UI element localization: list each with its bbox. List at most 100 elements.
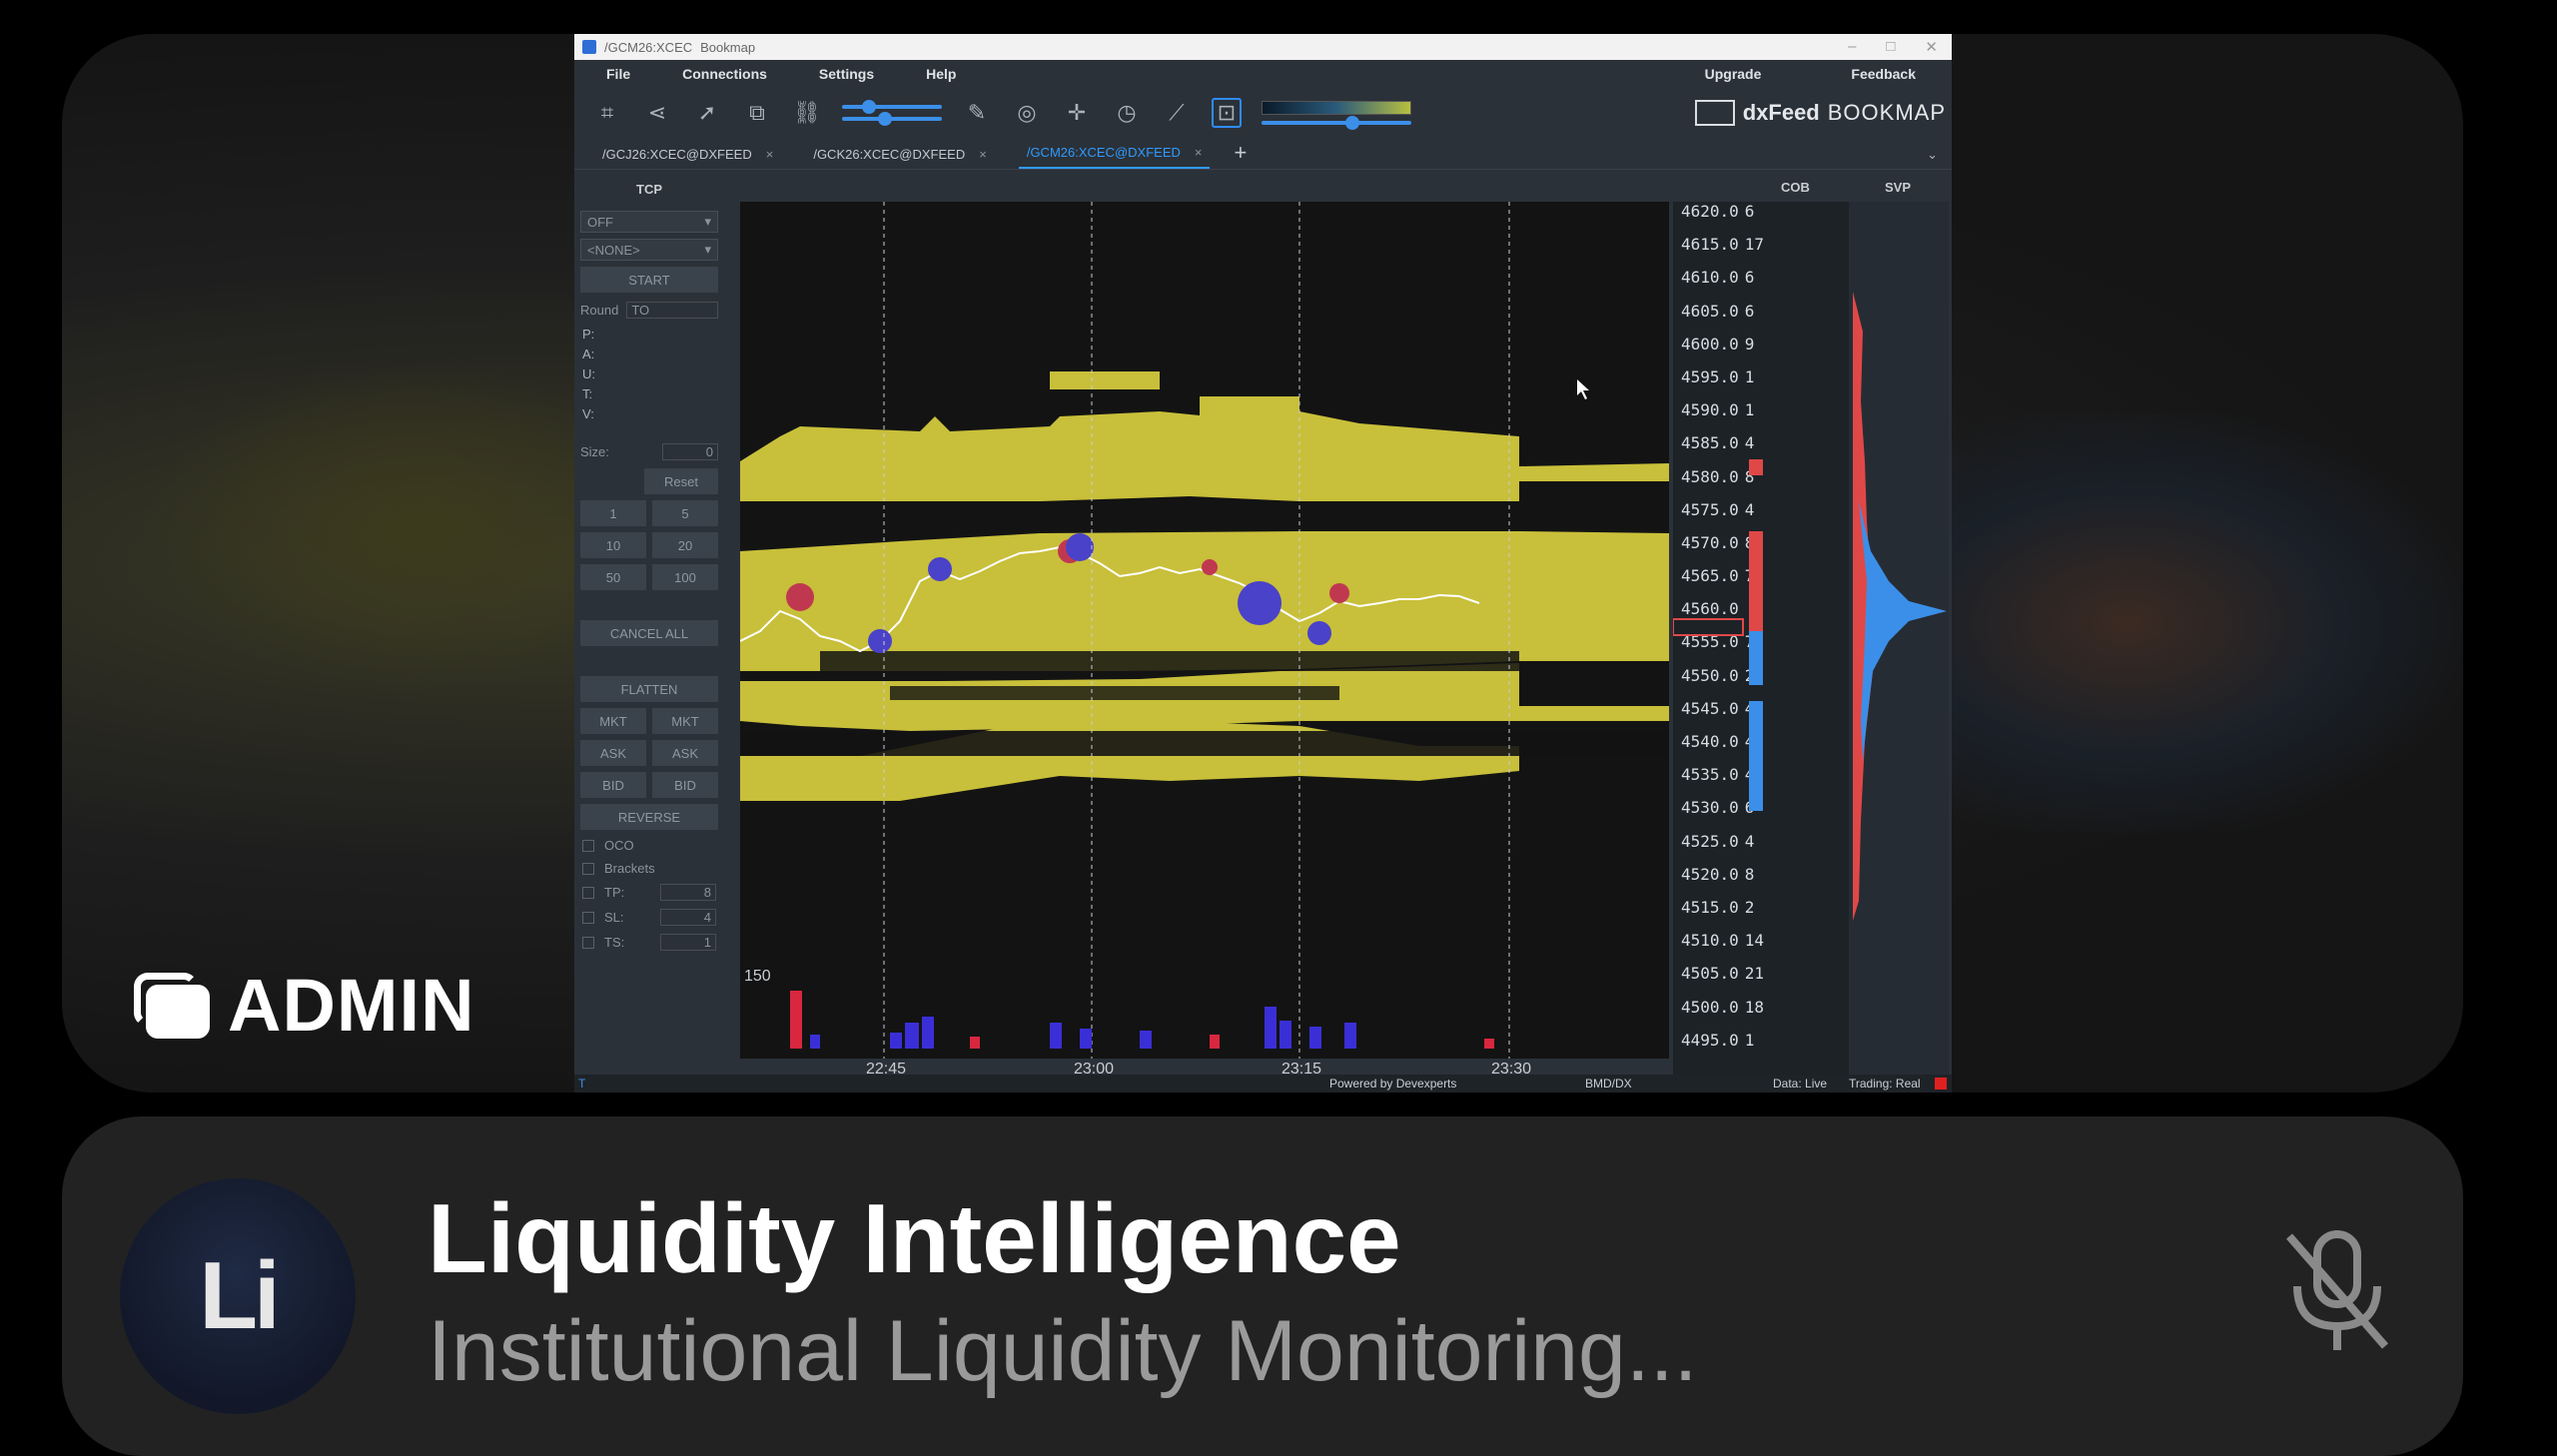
- participant-card[interactable]: Li Liquidity Intelligence Institutional …: [62, 1116, 2463, 1456]
- sell-market-button[interactable]: MKT: [652, 708, 718, 734]
- volume-bars: [790, 991, 1494, 1049]
- svp-histogram: [1853, 292, 1947, 921]
- presenter-label: ADMIN: [134, 963, 475, 1048]
- tp-field[interactable]: TP: 8: [582, 884, 716, 901]
- menu-bar: File Connections Settings Help Upgrade F…: [574, 60, 1952, 88]
- timer-icon[interactable]: ◷: [1112, 98, 1142, 128]
- buy-bid-button[interactable]: BID: [580, 772, 646, 798]
- cob-bars: [1673, 459, 1763, 811]
- app-name: Bookmap: [700, 39, 756, 55]
- sl-field[interactable]: SL: 4: [582, 909, 716, 926]
- menu-file[interactable]: File: [606, 66, 630, 82]
- heatmap-sliders[interactable]: [842, 100, 942, 126]
- link-icon[interactable]: ⛓: [792, 98, 822, 128]
- chevron-down-icon: ▾: [704, 214, 711, 229]
- tab-gck26[interactable]: /GCK26:XCEC@DXFEED ×: [805, 147, 995, 169]
- qty-20-button[interactable]: 20: [652, 532, 718, 558]
- status-bar: T Powered by Devexperts BMD/DX Data: Liv…: [574, 1075, 1952, 1092]
- pencil-icon[interactable]: ✎: [962, 98, 992, 128]
- chevron-down-icon: ▾: [704, 242, 711, 257]
- buy-market-button[interactable]: MKT: [580, 708, 646, 734]
- tab-close-icon[interactable]: ×: [1195, 145, 1203, 160]
- chevron-down-icon[interactable]: ⌄: [1927, 147, 1938, 169]
- size-field[interactable]: Size: 0: [580, 440, 718, 462]
- trading-status-indicator: [1935, 1078, 1947, 1090]
- gradient-slider[interactable]: [1262, 116, 1411, 130]
- crosshair-frame-icon[interactable]: ⌗: [592, 98, 622, 128]
- toolbar: ⌗ ⋖ ➚ ⧉ ⛓ ✎ ◎ ✛ ◷ ⟋ ⊡ dxFeed BOOKMAP: [574, 88, 1952, 138]
- layers-icon[interactable]: ⧉: [742, 98, 772, 128]
- ts-field[interactable]: TS: 1: [582, 934, 716, 951]
- rocket-icon[interactable]: ➚: [692, 98, 722, 128]
- share-icon[interactable]: ⋖: [642, 98, 672, 128]
- stat-v: V:: [582, 406, 594, 421]
- qty-100-button[interactable]: 100: [652, 564, 718, 590]
- qty-10-button[interactable]: 10: [580, 532, 646, 558]
- buy-ask-button[interactable]: ASK: [580, 740, 646, 766]
- data-status: Data: Live: [1773, 1077, 1828, 1091]
- reverse-button[interactable]: REVERSE: [580, 804, 718, 830]
- menu-connections[interactable]: Connections: [682, 66, 767, 82]
- tab-label: /GCJ26:XCEC@DXFEED: [602, 147, 752, 162]
- qty-5-button[interactable]: 5: [652, 500, 718, 526]
- menu-help[interactable]: Help: [926, 66, 956, 82]
- session-volume-profile: [1849, 202, 1949, 1075]
- sell-ask-button[interactable]: ASK: [652, 740, 718, 766]
- tab-gcj26[interactable]: /GCJ26:XCEC@DXFEED ×: [594, 147, 781, 169]
- indicator-icon[interactable]: ⟋: [1162, 98, 1192, 128]
- gradient-dropdown[interactable]: [1262, 101, 1411, 115]
- start-button[interactable]: START: [580, 267, 718, 293]
- heatmap-chart[interactable]: 150: [740, 202, 1669, 1059]
- sell-bid-button[interactable]: BID: [652, 772, 718, 798]
- stat-a: A:: [582, 347, 595, 362]
- participant-subtitle: Institutional Liquidity Monitoring...: [427, 1303, 1698, 1399]
- upgrade-link[interactable]: Upgrade: [1705, 66, 1762, 82]
- oco-checkbox[interactable]: OCO: [582, 838, 716, 853]
- account-label: BMD/DX: [1585, 1077, 1632, 1091]
- contrast-slider[interactable]: [842, 112, 942, 126]
- brand-bookmap: BOOKMAP: [1827, 100, 1946, 125]
- avatar: Li: [120, 1178, 356, 1414]
- trading-status: Trading: Real: [1849, 1077, 1921, 1091]
- qty-50-button[interactable]: 50: [580, 564, 646, 590]
- participant-name: Liquidity Intelligence: [427, 1183, 1401, 1293]
- flatten-button[interactable]: FLATTEN: [580, 676, 718, 702]
- stat-t: T:: [582, 386, 593, 401]
- title-bar: /GCM26:XCEC Bookmap – □ ✕: [574, 34, 1952, 60]
- minimize-icon[interactable]: –: [1848, 38, 1856, 56]
- brand-dxfeed: dxFeed: [1742, 100, 1820, 125]
- add-tab-button[interactable]: +: [1234, 140, 1247, 169]
- reset-button[interactable]: Reset: [644, 468, 718, 494]
- round-select[interactable]: Round TO: [580, 299, 718, 321]
- lock-icon[interactable]: ⊡: [1212, 98, 1242, 128]
- tcp-toggle-icon[interactable]: T: [578, 1077, 585, 1091]
- bookmap-logo-icon: [1694, 100, 1735, 126]
- cancel-all-button[interactable]: CANCEL ALL: [580, 620, 718, 646]
- maximize-icon[interactable]: □: [1886, 38, 1895, 56]
- brightness-slider[interactable]: [842, 100, 942, 114]
- stat-p: P:: [582, 327, 595, 342]
- price-ladder[interactable]: 4620.0 6 4615.0 17 4610.0 6 4605.0 6 4600.0 9 4595…: [1673, 202, 1849, 1075]
- tcp-header: TCP: [636, 182, 662, 197]
- tab-close-icon[interactable]: ×: [766, 147, 774, 162]
- color-gradient-control[interactable]: [1262, 101, 1411, 130]
- instrument-tabs: /GCJ26:XCEC@DXFEED × /GCK26:XCEC@DXFEED …: [574, 138, 1952, 170]
- menu-settings[interactable]: Settings: [819, 66, 874, 82]
- mic-muted-icon[interactable]: [2277, 1226, 2397, 1356]
- tab-close-icon[interactable]: ×: [979, 147, 987, 162]
- brackets-checkbox[interactable]: Brackets: [582, 861, 716, 876]
- quantity-grid: 1 5 10 20 50 100: [580, 500, 718, 590]
- close-icon[interactable]: ✕: [1925, 38, 1938, 56]
- strategy-select[interactable]: <NONE> ▾: [580, 239, 718, 261]
- app-icon: [582, 40, 596, 54]
- stat-u: U:: [582, 366, 595, 381]
- feedback-link[interactable]: Feedback: [1851, 66, 1916, 82]
- presenter-name: ADMIN: [228, 964, 475, 1047]
- chat-icon[interactable]: ◎: [1012, 98, 1042, 128]
- qty-1-button[interactable]: 1: [580, 500, 646, 526]
- mouse-cursor-icon: [1577, 379, 1589, 399]
- tab-gcm26[interactable]: /GCM26:XCEC@DXFEED ×: [1018, 145, 1211, 169]
- crosshair-icon[interactable]: ✛: [1062, 98, 1092, 128]
- blur-background-right: [1904, 413, 2463, 833]
- mode-select[interactable]: OFF ▾: [580, 211, 718, 233]
